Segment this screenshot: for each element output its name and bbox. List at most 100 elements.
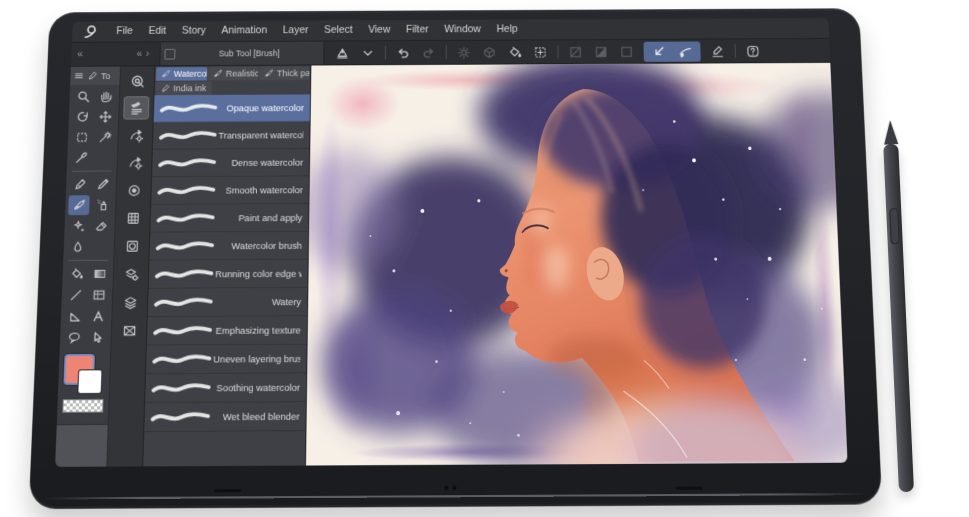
brush-settings-button[interactable] bbox=[122, 152, 146, 174]
tool-auto-select[interactable] bbox=[93, 127, 114, 147]
tool-empty bbox=[89, 237, 111, 257]
magic-wand-icon bbox=[97, 130, 111, 144]
tool-balloon[interactable] bbox=[63, 328, 85, 348]
collapse-left-button[interactable]: « bbox=[77, 49, 83, 60]
tool-decoration[interactable] bbox=[67, 216, 89, 236]
tool-panel-header[interactable]: To bbox=[70, 66, 121, 86]
brush-size-button[interactable] bbox=[121, 179, 146, 201]
paint-bucket-icon bbox=[69, 267, 84, 281]
navigator-icon bbox=[121, 323, 137, 338]
sub-tool-button[interactable] bbox=[124, 97, 149, 119]
clip-studio-logo-icon[interactable] bbox=[82, 24, 99, 40]
menu-window[interactable]: Window bbox=[437, 20, 489, 40]
move-icon bbox=[98, 110, 112, 124]
drawing-canvas[interactable] bbox=[305, 62, 848, 466]
brush-item-watery[interactable]: Watery bbox=[147, 287, 308, 318]
menu-select[interactable]: Select bbox=[316, 20, 360, 40]
tool-fill[interactable] bbox=[65, 264, 87, 284]
tab-india-ink[interactable]: India ink bbox=[155, 81, 212, 96]
help-icon[interactable] bbox=[744, 43, 761, 59]
menu-filter[interactable]: Filter bbox=[398, 20, 436, 40]
panel-menu-icon[interactable] bbox=[164, 48, 176, 60]
panel-back-button[interactable]: « bbox=[136, 49, 142, 60]
brush-icon bbox=[161, 69, 171, 79]
tool-property-button[interactable] bbox=[123, 124, 147, 146]
tool-brush[interactable] bbox=[68, 195, 90, 216]
tab-watercolor[interactable]: Watercol bbox=[155, 67, 208, 81]
undo-icon[interactable] bbox=[395, 44, 412, 60]
brush-item-dense-watercolor[interactable]: Dense watercolor bbox=[151, 148, 310, 178]
microphone-dot bbox=[452, 485, 457, 490]
active-tool-group bbox=[643, 40, 701, 62]
brush-item-running-color-edge[interactable]: Running color edge watercolor bbox=[148, 259, 308, 289]
airbrush-icon bbox=[95, 198, 109, 212]
tool-rotate[interactable] bbox=[72, 107, 93, 127]
transparent-color-swatch[interactable] bbox=[62, 399, 104, 413]
brush-item-transparent-watercolor[interactable]: Transparent watercolor bbox=[152, 121, 310, 150]
tool-hand[interactable] bbox=[95, 87, 116, 106]
toolbar-separator bbox=[557, 45, 559, 59]
tool-figure[interactable] bbox=[64, 306, 86, 326]
menu-help[interactable]: Help bbox=[489, 19, 526, 39]
color-wheel-icon bbox=[124, 238, 139, 253]
tool-operation[interactable] bbox=[86, 327, 108, 347]
brush-item-emphasizing-texture[interactable]: Emphasizing texture bbox=[146, 316, 307, 346]
palette-icon[interactable] bbox=[334, 45, 351, 61]
pen-icon bbox=[87, 70, 98, 81]
tool-pen[interactable] bbox=[69, 175, 91, 195]
brush-stroke-thumbnail bbox=[158, 101, 220, 116]
navigator-button[interactable] bbox=[117, 319, 142, 342]
chevron-down-icon[interactable] bbox=[359, 45, 376, 61]
tool-line[interactable] bbox=[65, 285, 87, 305]
toolbar-separator bbox=[384, 45, 387, 60]
tool-text[interactable] bbox=[87, 306, 109, 326]
tool-move[interactable] bbox=[94, 107, 115, 127]
layers-button[interactable] bbox=[118, 291, 143, 313]
subtool-tabs-row1: Watercol Realistic Thick pa bbox=[155, 66, 310, 81]
brush-item-smooth-watercolor[interactable]: Smooth watercolor bbox=[151, 176, 309, 205]
navigator-zoom-button[interactable] bbox=[125, 70, 149, 91]
brush-item-label: Uneven layering brush bbox=[213, 353, 301, 365]
tool-eyedropper[interactable] bbox=[70, 148, 92, 168]
tool-blend[interactable] bbox=[66, 237, 88, 257]
tool-zoom[interactable] bbox=[72, 87, 93, 106]
tool-select-marquee[interactable] bbox=[71, 128, 93, 148]
brush-icon bbox=[264, 69, 274, 79]
fill-icon[interactable] bbox=[506, 44, 523, 60]
magnifier-icon bbox=[76, 90, 90, 104]
brush-item-soothing-watercolor[interactable]: Soothing watercolor bbox=[145, 373, 307, 404]
snap-arrow-icon[interactable] bbox=[650, 43, 667, 59]
brush-item-watercolor-brush[interactable]: Watercolor brush bbox=[149, 231, 309, 261]
brush-icon bbox=[72, 198, 86, 212]
water-drop-icon bbox=[70, 240, 85, 254]
menu-edit[interactable]: Edit bbox=[140, 21, 174, 41]
menu-story[interactable]: Story bbox=[174, 21, 214, 41]
tool-airbrush[interactable] bbox=[91, 195, 113, 215]
menu-view[interactable]: View bbox=[360, 20, 398, 40]
tool-frame[interactable] bbox=[88, 285, 110, 305]
background-color-swatch[interactable] bbox=[78, 370, 102, 394]
pen-line-icon[interactable] bbox=[709, 43, 726, 59]
tool-pencil[interactable] bbox=[92, 174, 114, 194]
brush-item-uneven-layering[interactable]: Uneven layering brush bbox=[145, 344, 307, 375]
menu-animation[interactable]: Animation bbox=[213, 21, 275, 41]
brush-item-paint-and-apply[interactable]: Paint and apply bbox=[150, 204, 309, 233]
menu-file[interactable]: File bbox=[108, 21, 141, 41]
panel-forward-button[interactable]: › bbox=[146, 49, 150, 60]
color-wheel-button[interactable] bbox=[120, 235, 145, 257]
tab-thick-paint[interactable]: Thick pa bbox=[259, 66, 310, 81]
menu-layer[interactable]: Layer bbox=[275, 21, 317, 41]
tool-gradient[interactable] bbox=[88, 264, 110, 284]
sun-icon bbox=[456, 44, 473, 60]
brush-item-opaque-watercolor[interactable]: Opaque watercolor bbox=[153, 94, 311, 123]
select-area-icon[interactable] bbox=[532, 44, 549, 60]
tool-eraser[interactable] bbox=[90, 216, 112, 236]
subtool-tabs-row2: India ink bbox=[154, 80, 310, 96]
tab-realistic[interactable]: Realistic bbox=[208, 66, 259, 81]
layer-property-button[interactable] bbox=[119, 263, 144, 285]
color-set-button[interactable] bbox=[120, 207, 145, 229]
brush-item-wet-bleed-blender[interactable]: Wet bleed blender bbox=[144, 402, 306, 433]
brush-curve-icon[interactable] bbox=[677, 43, 694, 59]
pen-icon bbox=[72, 178, 86, 192]
tool-panel-label: To bbox=[100, 70, 111, 81]
